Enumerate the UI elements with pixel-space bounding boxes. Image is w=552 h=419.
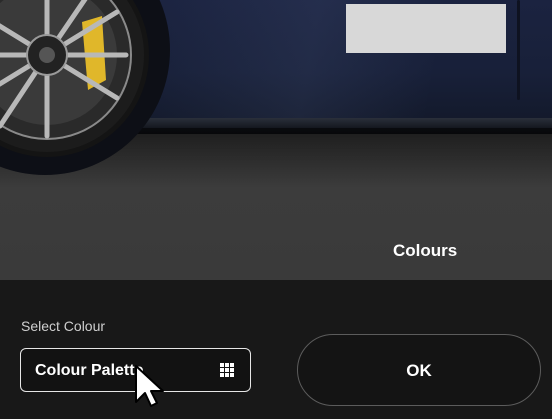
section-title: Colours — [393, 241, 458, 260]
ok-label: OK — [406, 361, 432, 380]
select-colour-label: Select Colour — [21, 318, 106, 334]
car-side-decal — [346, 4, 506, 53]
ok-button[interactable]: OK — [297, 334, 541, 406]
colour-palette-label: Colour Palette — [35, 362, 144, 379]
wheel-icon — [0, 0, 149, 157]
car-door-seam — [517, 0, 520, 100]
car-preview: Colours — [0, 0, 552, 280]
grid-icon — [220, 363, 234, 377]
mouse-pointer-icon — [135, 365, 164, 407]
